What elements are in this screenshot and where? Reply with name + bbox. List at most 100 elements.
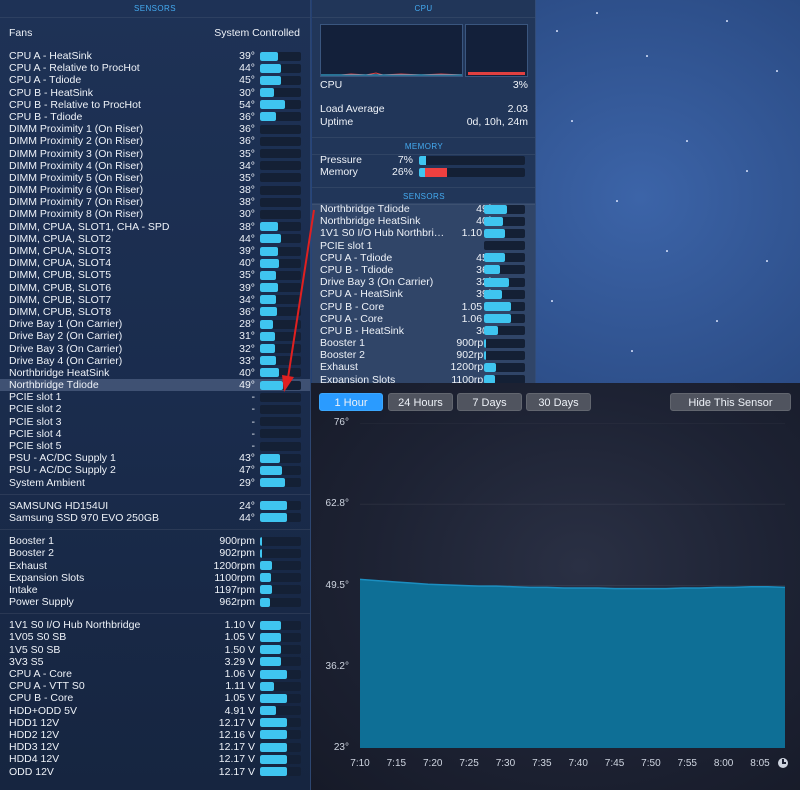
hide-sensor-button[interactable]: Hide This Sensor xyxy=(670,393,791,411)
sensor-row-drive-bay-2-on-carrier[interactable]: Drive Bay 2 (On Carrier) 31° xyxy=(0,330,310,342)
sensor-level-bar xyxy=(260,75,301,85)
sensor-row-dimm-cpua-slot1-cha-spd[interactable]: DIMM, CPUA, SLOT1, CHA - SPD 38° xyxy=(0,221,310,233)
sensor-row-dimm-proximity-6-on-riser[interactable]: DIMM Proximity 6 (On Riser) 38° xyxy=(0,184,310,196)
sensor-row-dimm-cpua-slot3[interactable]: DIMM, CPUA, SLOT3 39° xyxy=(0,245,310,257)
fans-mode-button[interactable]: System Controlled xyxy=(214,27,300,39)
memory-bar xyxy=(419,167,525,177)
sensor-level-bar xyxy=(260,404,301,414)
sensor-level-bar xyxy=(260,632,301,642)
sensor-row-psu-ac-dc-supply-1[interactable]: PSU - AC/DC Supply 1 43° xyxy=(0,452,310,464)
sensor-row-cpu-b-core[interactable]: CPU B - Core 1.05 V xyxy=(312,301,535,313)
sensor-value: 12.17 V xyxy=(218,741,255,754)
sensor-row-cpu-a-vtt-s0[interactable]: CPU A - VTT S0 1.11 V xyxy=(0,680,310,692)
sensor-value: 1.50 V xyxy=(224,643,255,656)
range-30-days-button[interactable]: 30 Days xyxy=(526,393,591,411)
x-tick-label: 7:25 xyxy=(459,758,479,769)
sensor-row-expansion-slots[interactable]: Expansion Slots 1100rpm xyxy=(0,572,310,584)
sensor-row-pcie-slot-1[interactable]: PCIE slot 1- xyxy=(0,391,310,403)
sensor-row-dimm-proximity-5-on-riser[interactable]: DIMM Proximity 5 (On Riser) 35° xyxy=(0,172,310,184)
sensor-name: DIMM Proximity 7 (On Riser) xyxy=(9,196,144,209)
sensor-name: PCIE slot 1 xyxy=(9,391,62,404)
sensor-row-cpu-b-tdiode[interactable]: CPU B - Tdiode36° xyxy=(0,111,310,123)
range-24-hours-button[interactable]: 24 Hours xyxy=(388,393,453,411)
sensor-row-booster-2[interactable]: Booster 2 902rpm xyxy=(312,349,535,361)
sensor-row-cpu-b-heatsink[interactable]: CPU B - HeatSink30° xyxy=(312,325,535,337)
sensor-level-bar xyxy=(260,620,301,630)
sensor-row-1v5-s0-sb[interactable]: 1V5 S0 SB 1.50 V xyxy=(0,644,310,656)
sensor-level-bar xyxy=(260,51,301,61)
sensor-row-odd-12v[interactable]: ODD 12V 12.17 V xyxy=(0,766,310,778)
sensor-row-intake[interactable]: Intake 1197rpm xyxy=(0,584,310,596)
sensor-row-pcie-slot-4[interactable]: PCIE slot 4 - xyxy=(0,428,310,440)
range-7-days-button[interactable]: 7 Days xyxy=(457,393,522,411)
history-area xyxy=(360,579,785,748)
sensor-row-hdd3-12v[interactable]: HDD3 12V 12.17 V xyxy=(0,741,310,753)
sensor-row-samsung-ssd-970-evo-250gb[interactable]: Samsung SSD 970 EVO 250GB 44° xyxy=(0,512,310,524)
sensor-row-dimm-cpub-slot8[interactable]: DIMM, CPUB, SLOT8 36° xyxy=(0,306,310,318)
sensor-value: 31° xyxy=(239,330,255,343)
sensor-row-cpu-a-heatsink[interactable]: CPU A - HeatSink39° xyxy=(0,50,310,62)
sensor-row-cpu-b-tdiode[interactable]: CPU B - Tdiode36° xyxy=(312,264,535,276)
sensor-row-drive-bay-1-on-carrier[interactable]: Drive Bay 1 (On Carrier) 28° xyxy=(0,318,310,330)
sensor-row-hdd1-12v[interactable]: HDD1 12V 12.17 V xyxy=(0,717,310,729)
range-1-hour-button[interactable]: 1 Hour xyxy=(319,393,383,411)
sensor-row-dimm-cpub-slot7[interactable]: DIMM, CPUB, SLOT7 34° xyxy=(0,294,310,306)
sensor-row-pcie-slot-2[interactable]: PCIE slot 2 - xyxy=(0,403,310,415)
sensor-row-cpu-a-heatsink[interactable]: CPU A - HeatSink39° xyxy=(312,288,535,300)
sensor-row-dimm-cpub-slot5[interactable]: DIMM, CPUB, SLOT5 35° xyxy=(0,269,310,281)
sensor-name: Intake xyxy=(9,583,38,596)
summary-panel: CPU CPU 3% Load Average 2.03 Uptime 0d, … xyxy=(312,0,536,384)
sensor-level-bar xyxy=(260,246,301,256)
sensor-row-cpu-a-tdiode[interactable]: CPU A - Tdiode45° xyxy=(0,74,310,86)
sensor-row-cpu-b-heatsink[interactable]: CPU B - HeatSink30° xyxy=(0,87,310,99)
sensor-row-exhaust[interactable]: Exhaust 1200rpm xyxy=(0,560,310,572)
sensor-row-northbridge-tdiode[interactable]: Northbridge Tdiode49° xyxy=(0,379,310,392)
sensor-row-3v3-s5[interactable]: 3V3 S5 3.29 V xyxy=(0,656,310,668)
sensor-row-booster-1[interactable]: Booster 1 900rpm xyxy=(312,337,535,349)
sensor-level-bar xyxy=(484,277,525,287)
sensor-row-drive-bay-4-on-carrier[interactable]: Drive Bay 4 (On Carrier) 33° xyxy=(0,355,310,367)
sensor-row-booster-1[interactable]: Booster 1 900rpm xyxy=(0,535,310,547)
sensor-row-pcie-slot-5[interactable]: PCIE slot 5 - xyxy=(0,440,310,452)
sensor-row-dimm-proximity-8-on-riser[interactable]: DIMM Proximity 8 (On Riser) 30° xyxy=(0,208,310,220)
sensor-row-hdd2-12v[interactable]: HDD2 12V 12.16 V xyxy=(0,729,310,741)
sensor-level-bar xyxy=(260,112,301,122)
sensor-row-cpu-b-core[interactable]: CPU B - Core 1.05 V xyxy=(0,692,310,704)
sensor-row-cpu-a-relative-to-prochot[interactable]: CPU A - Relative to ProcHot 44° xyxy=(0,62,310,74)
sensor-level-bar xyxy=(260,645,301,655)
sensor-name: CPU A - Tdiode xyxy=(320,251,393,264)
sensor-row-hdd4-12v[interactable]: HDD4 12V 12.17 V xyxy=(0,753,310,765)
sensor-row-cpu-b-relative-to-prochot[interactable]: CPU B - Relative to ProcHot 54° xyxy=(0,99,310,111)
sensor-row-psu-ac-dc-supply-2[interactable]: PSU - AC/DC Supply 2 47° xyxy=(0,464,310,476)
sensor-row-dimm-cpua-slot2[interactable]: DIMM, CPUA, SLOT2 44° xyxy=(0,233,310,245)
sensor-row-pcie-slot-3[interactable]: PCIE slot 3 - xyxy=(0,416,310,428)
sensor-row-northbridge-tdiode[interactable]: Northbridge Tdiode49° xyxy=(312,203,535,215)
sensor-row-dimm-proximity-3-on-riser[interactable]: DIMM Proximity 3 (On Riser) 35° xyxy=(0,148,310,160)
sensor-row-1v1-s0-i-o-hub-northbridge[interactable]: 1V1 S0 I/O Hub Northbridge 1.10 V xyxy=(0,619,310,631)
sensor-row-hdd-odd-5v[interactable]: HDD+ODD 5V 4.91 V xyxy=(0,705,310,717)
sensor-row-dimm-proximity-1-on-riser[interactable]: DIMM Proximity 1 (On Riser) 36° xyxy=(0,123,310,135)
sensor-row-dimm-cpub-slot6[interactable]: DIMM, CPUB, SLOT6 39° xyxy=(0,282,310,294)
sensor-row-cpu-a-core[interactable]: CPU A - Core 1.06 V xyxy=(312,313,535,325)
sensor-value: 12.16 V xyxy=(218,728,255,741)
sensor-row-northbridge-heatsink[interactable]: Northbridge HeatSink40° xyxy=(312,215,535,227)
sensor-row-cpu-a-core[interactable]: CPU A - Core 1.06 V xyxy=(0,668,310,680)
sensor-row-northbridge-heatsink[interactable]: Northbridge HeatSink40° xyxy=(0,367,310,379)
sensor-value: 29° xyxy=(239,476,255,489)
sensor-row-1v1-s0-i-o-hub-northbri[interactable]: 1V1 S0 I/O Hub Northbri… 1.10 V xyxy=(312,227,535,239)
sensor-row-samsung-hd154ui[interactable]: SAMSUNG HD154UI 24° xyxy=(0,500,310,512)
sensor-row-dimm-proximity-7-on-riser[interactable]: DIMM Proximity 7 (On Riser) 38° xyxy=(0,196,310,208)
sensor-row-power-supply[interactable]: Power Supply 962rpm xyxy=(0,596,310,608)
sensor-row-dimm-proximity-4-on-riser[interactable]: DIMM Proximity 4 (On Riser) 34° xyxy=(0,160,310,172)
sensor-row-cpu-a-tdiode[interactable]: CPU A - Tdiode45° xyxy=(312,251,535,264)
sensor-row-system-ambient[interactable]: System Ambient 29° xyxy=(0,477,310,489)
sensor-row-drive-bay-3-on-carrier[interactable]: Drive Bay 3 (On Carrier)32° xyxy=(312,276,535,288)
sensor-row-1v05-s0-sb[interactable]: 1V05 S0 SB 1.05 V xyxy=(0,631,310,643)
sensor-row-dimm-cpua-slot4[interactable]: DIMM, CPUA, SLOT4 40° xyxy=(0,257,310,269)
pressure-row: Pressure 7% xyxy=(320,154,528,166)
sensor-row-drive-bay-3-on-carrier[interactable]: Drive Bay 3 (On Carrier)32° xyxy=(0,343,310,355)
sensor-row-dimm-proximity-2-on-riser[interactable]: DIMM Proximity 2 (On Riser) 36° xyxy=(0,135,310,147)
sensor-row-exhaust[interactable]: Exhaust 1200rpm xyxy=(312,361,535,373)
sensor-row-pcie-slot-1[interactable]: PCIE slot 1- xyxy=(312,240,535,252)
sensor-row-booster-2[interactable]: Booster 2 902rpm xyxy=(0,547,310,559)
